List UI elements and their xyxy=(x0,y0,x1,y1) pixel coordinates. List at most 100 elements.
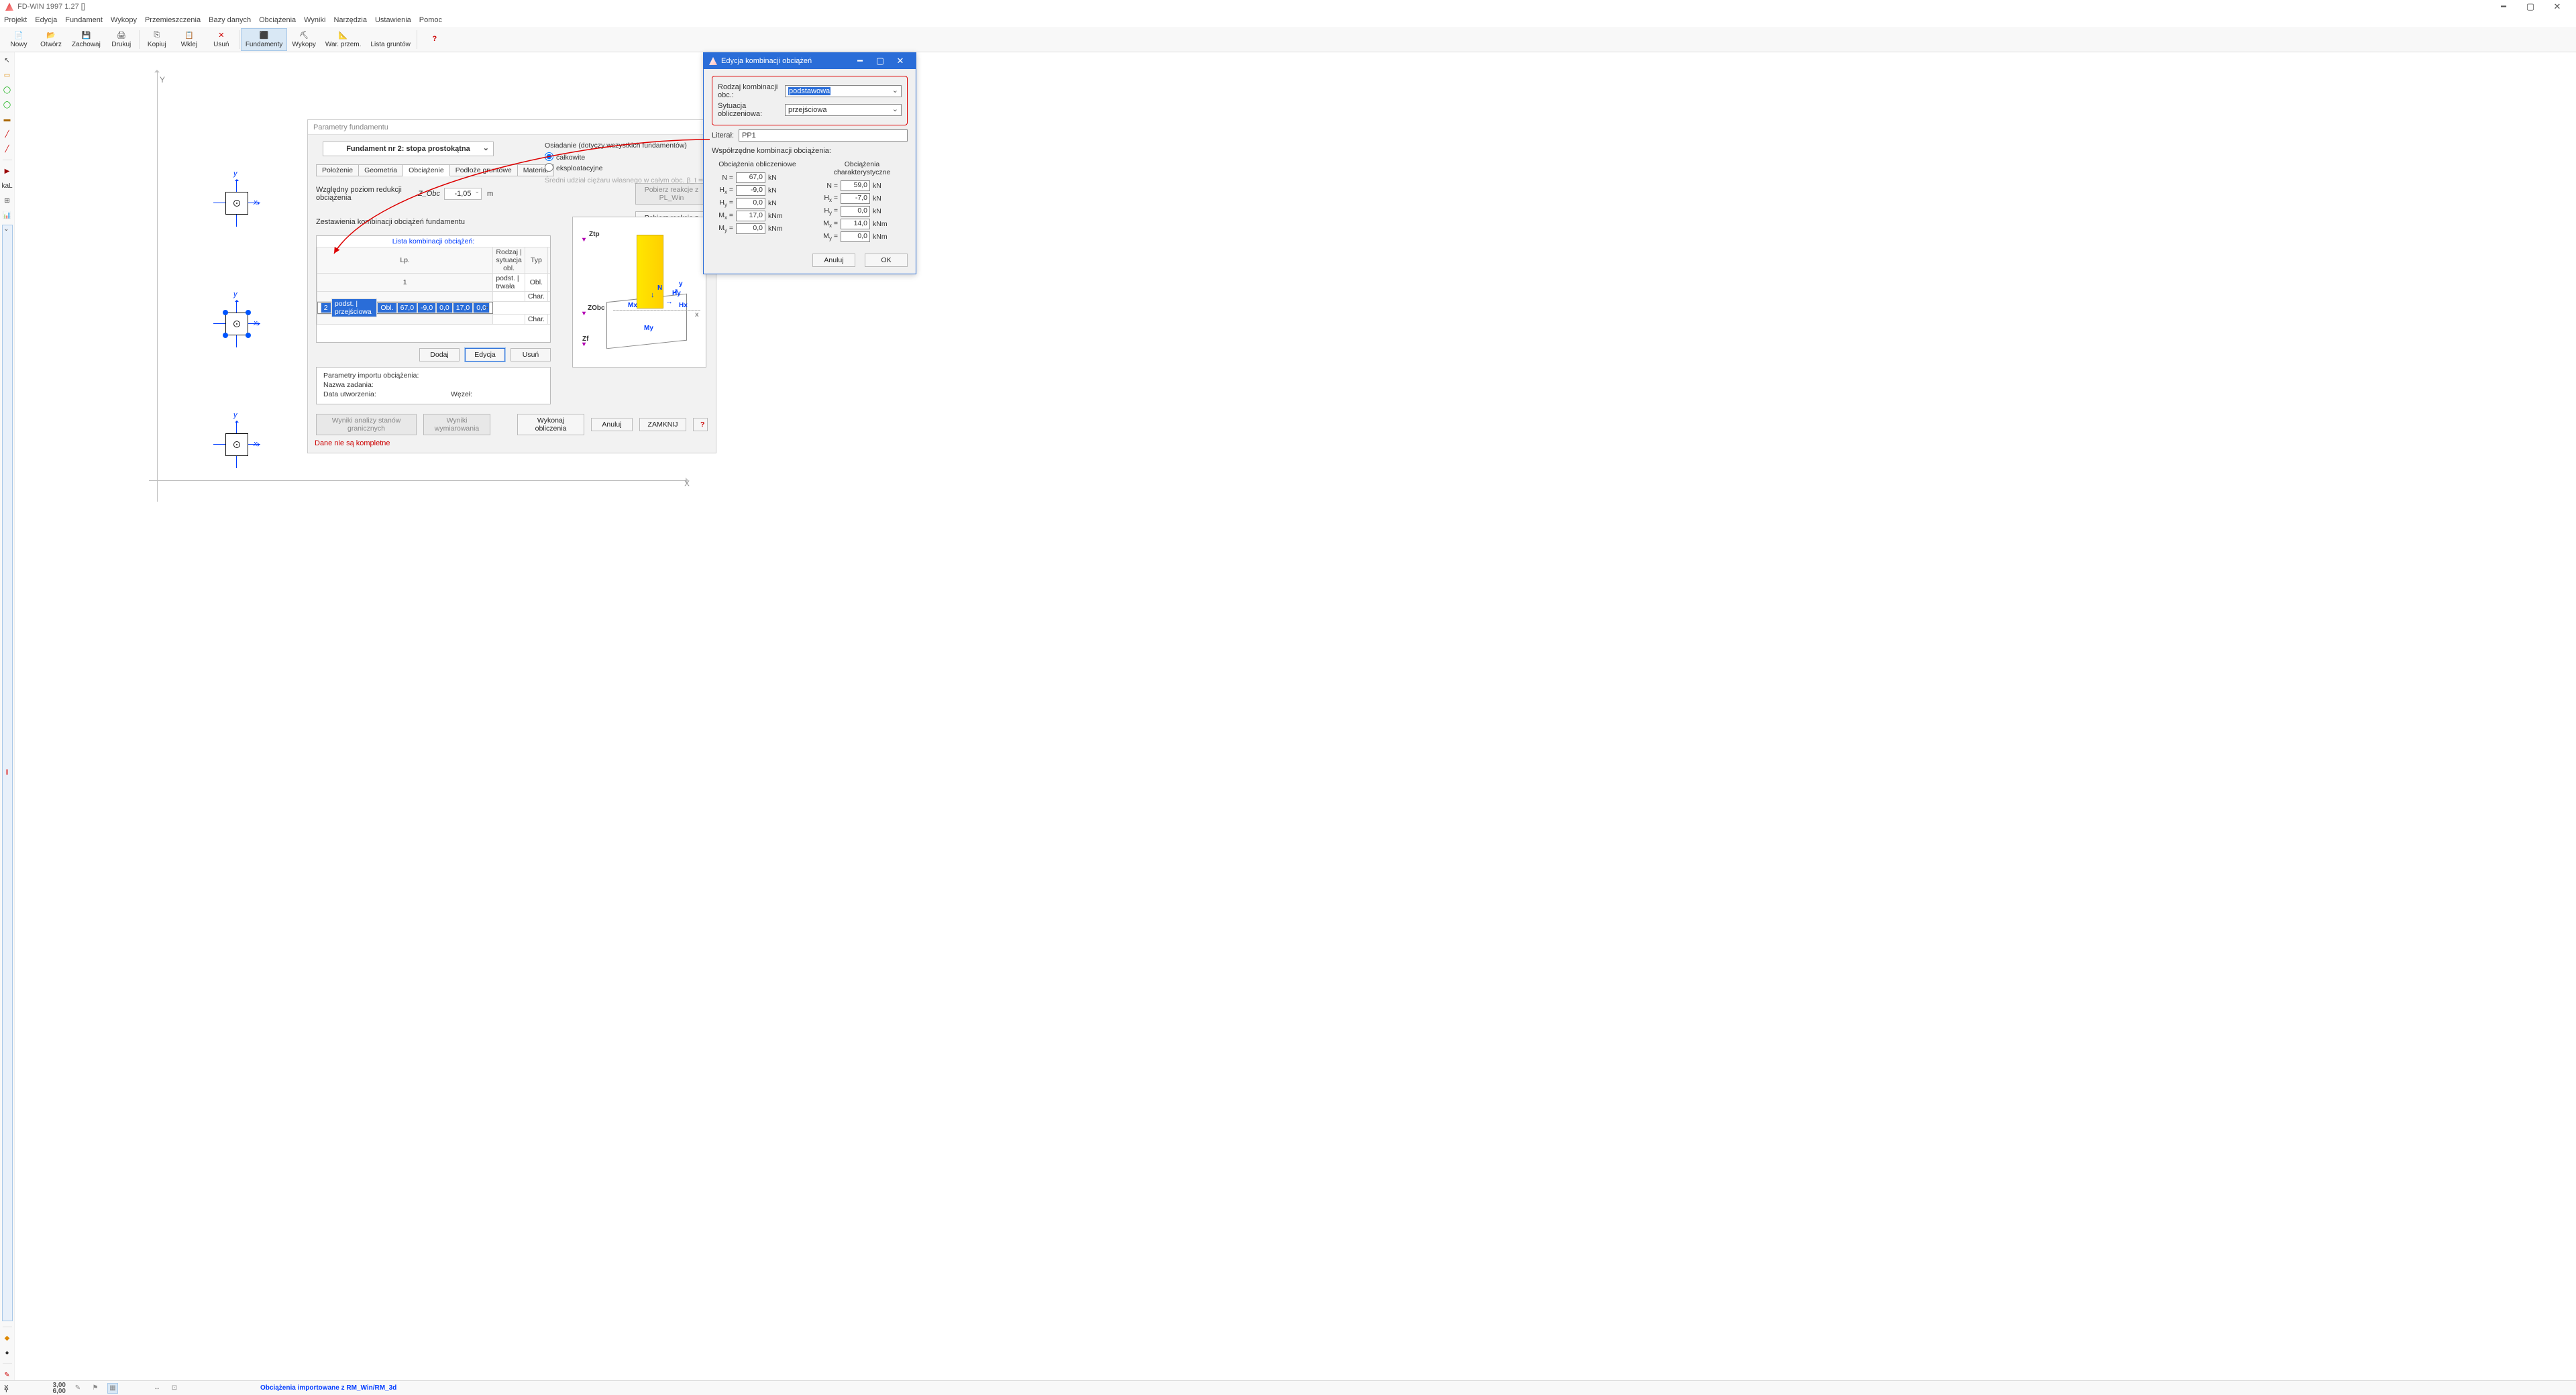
edit-input[interactable]: 14,0 xyxy=(841,219,870,229)
statusbar: X Y 3,00 6,00 ✎ ⚑ ▦ ↔ ⊡ Obciążenia impor… xyxy=(0,1380,2576,1395)
tool-usun[interactable]: ✕Usuń xyxy=(205,28,237,51)
stool-line2[interactable]: ╱ xyxy=(2,129,13,140)
close-button[interactable]: ✕ xyxy=(2544,0,2571,13)
table-row[interactable]: 1podst. | trwałaObl.50,03,00,015,00,0 xyxy=(317,274,551,292)
status-icon-2[interactable]: ⚑ xyxy=(90,1383,101,1394)
canvas[interactable]: Y X yx yx yx Parametry fundamentu Fundam… xyxy=(15,52,2576,1380)
tool-fundamenty[interactable]: ⬛Fundamenty xyxy=(241,28,288,51)
edit-dialog-titlebar[interactable]: Edycja kombinacji obciążeń ━ ▢ ✕ xyxy=(704,53,916,69)
tool-warprzem[interactable]: 📐War. przem. xyxy=(321,28,366,51)
stool-circle2[interactable]: ◯ xyxy=(2,99,13,110)
menu-bazy[interactable]: Bazy danych xyxy=(209,16,251,24)
rodzaj-select[interactable]: podstawowa xyxy=(785,85,902,97)
menu-fundament[interactable]: Fundament xyxy=(65,16,103,24)
edycja-button[interactable]: Edycja xyxy=(465,348,505,361)
tool-wykopy[interactable]: ⛏Wykopy xyxy=(287,28,320,51)
edit-input[interactable]: 67,0 xyxy=(736,172,765,183)
menu-pomoc[interactable]: Pomoc xyxy=(419,16,442,24)
menu-projekt[interactable]: Projekt xyxy=(4,16,27,24)
foundation-node-3[interactable]: yx xyxy=(213,421,260,468)
menu-przemieszczenia[interactable]: Przemieszczenia xyxy=(145,16,201,24)
status-icon-3[interactable]: ▦ xyxy=(107,1383,118,1394)
minimize-button[interactable]: ━ xyxy=(2490,0,2517,13)
menu-edycja[interactable]: Edycja xyxy=(35,16,57,24)
foundation-node-1[interactable]: yx xyxy=(213,180,260,227)
stool-rect[interactable]: ▭ xyxy=(2,70,13,80)
edit-min-button[interactable]: ━ xyxy=(850,53,870,69)
edit-input[interactable]: -9,0 xyxy=(736,185,765,196)
tab-geometria[interactable]: Geometria xyxy=(358,164,403,176)
dodaj-button[interactable]: Dodaj xyxy=(419,348,460,361)
wykonaj-button[interactable]: Wykonaj obliczenia xyxy=(517,414,584,435)
workspace: ↖ ▭ ◯ ◯ ▬ ╱ ╱ ▶ kaL ⊞ 📊 ⫴ ◆ ● ✎ Y X yx y… xyxy=(0,52,2576,1380)
stool-circle[interactable]: ◯ xyxy=(2,85,13,95)
warning-text: Dane nie są kompletne xyxy=(315,439,708,447)
tool-zachowaj[interactable]: 💾Zachowaj xyxy=(67,28,105,51)
menu-ustawienia[interactable]: Ustawienia xyxy=(375,16,411,24)
stool-pen[interactable]: ✎ xyxy=(2,1370,13,1380)
wyniki-wym-button[interactable]: Wyniki wymiarowania xyxy=(423,414,490,435)
tool-lista[interactable]: Lista gruntów xyxy=(366,28,415,51)
help-button[interactable]: ? xyxy=(693,418,708,431)
stool-grid[interactable]: ⊞ xyxy=(2,195,13,206)
highlight-box: Rodzaj kombinacji obc.: podstawowa Sytua… xyxy=(712,76,908,125)
tool-kopiuj[interactable]: ⎘Kopiuj xyxy=(141,28,173,51)
edit-input[interactable]: 59,0 xyxy=(841,180,870,191)
table-row[interactable]: 2podst. | przejściowaObl.67,0-9,00,017,0… xyxy=(317,302,493,314)
edit-input[interactable]: 0,0 xyxy=(841,231,870,242)
stool-text[interactable]: kaL xyxy=(2,180,13,191)
tool-drukuj[interactable]: 🖨Drukuj xyxy=(105,28,138,51)
edit-ok-button[interactable]: OK xyxy=(865,254,908,267)
status-icon-1[interactable]: ✎ xyxy=(72,1383,83,1394)
menubar[interactable]: Projekt Edycja Fundament Wykopy Przemies… xyxy=(0,13,2576,27)
param-dialog-title[interactable]: Parametry fundamentu xyxy=(308,120,716,135)
tab-obciazenie[interactable]: Obciążenie xyxy=(402,164,450,176)
wyniki-gran-button[interactable]: Wyniki analizy stanów granicznych xyxy=(316,414,417,435)
osiad-opt1[interactable]: całkowite xyxy=(545,152,706,162)
usun-button[interactable]: Usuń xyxy=(511,348,551,361)
load-table[interactable]: Lista kombinacji obciążeń: Lp.Rodzaj | s… xyxy=(316,235,551,343)
edit-input[interactable]: -7,0 xyxy=(841,193,870,204)
stool-dot[interactable]: ● xyxy=(2,1347,13,1358)
anuluj-button[interactable]: Anuluj xyxy=(591,418,633,431)
edit-dialog: Edycja kombinacji obciążeń ━ ▢ ✕ Rodzaj … xyxy=(703,52,916,274)
axis-x-label: X xyxy=(684,479,690,488)
status-icon-4[interactable]: ↔ xyxy=(152,1383,162,1394)
menu-wyniki[interactable]: Wyniki xyxy=(304,16,325,24)
zamknij-button[interactable]: ZAMKNIJ xyxy=(639,418,686,431)
tool-nowy[interactable]: 📄Nowy xyxy=(3,28,35,51)
tab-podloze[interactable]: Podłoże gruntowe xyxy=(449,164,518,176)
edit-dialog-title: Edycja kombinacji obciążeń xyxy=(721,57,812,65)
pobierz-pl-button[interactable]: Pobierz reakcje z PL_Win xyxy=(635,183,708,205)
status-icon-5[interactable]: ⊡ xyxy=(169,1383,180,1394)
foundation-select[interactable]: Fundament nr 2: stopa prostokątna xyxy=(323,142,494,156)
edit-input[interactable]: 0,0 xyxy=(841,206,870,217)
menu-obciazenia[interactable]: Obciążenia xyxy=(259,16,296,24)
edit-input[interactable]: 0,0 xyxy=(736,198,765,209)
osiad-opt2[interactable]: eksploatacyjne xyxy=(545,163,706,172)
toolbar: 📄Nowy 📂Otwórz 💾Zachowaj 🖨Drukuj ⎘Kopiuj … xyxy=(0,27,2576,52)
edit-input[interactable]: 0,0 xyxy=(736,223,765,234)
literal-input[interactable]: PP1 xyxy=(739,129,908,142)
maximize-button[interactable]: ▢ xyxy=(2517,0,2544,13)
edit-anuluj-button[interactable]: Anuluj xyxy=(812,254,855,267)
menu-narzedzia[interactable]: Narzędzia xyxy=(333,16,367,24)
stool-chart[interactable]: 📊 xyxy=(2,210,13,221)
zobc-input[interactable]: -1,05 xyxy=(444,188,482,200)
tool-otworz[interactable]: 📂Otwórz xyxy=(35,28,67,51)
stool-bars[interactable]: ⫴ xyxy=(2,225,13,1321)
stool-play[interactable]: ▶ xyxy=(2,166,13,176)
foundation-node-2[interactable]: yx xyxy=(213,300,260,347)
stool-line3[interactable]: ╱ xyxy=(2,144,13,154)
edit-close-button[interactable]: ✕ xyxy=(890,53,910,69)
tool-help[interactable]: ? xyxy=(419,28,451,51)
edit-max-button[interactable]: ▢ xyxy=(870,53,890,69)
edit-input[interactable]: 17,0 xyxy=(736,211,765,221)
menu-wykopy[interactable]: Wykopy xyxy=(111,16,137,24)
stool-pointer[interactable]: ↖ xyxy=(2,55,13,66)
stool-diamond[interactable]: ◆ xyxy=(2,1333,13,1343)
sytuacja-select[interactable]: przejściowa xyxy=(785,104,902,116)
tab-polozenie[interactable]: Położenie xyxy=(316,164,359,176)
tool-wklej[interactable]: 📋Wklej xyxy=(173,28,205,51)
stool-line[interactable]: ▬ xyxy=(2,114,13,125)
